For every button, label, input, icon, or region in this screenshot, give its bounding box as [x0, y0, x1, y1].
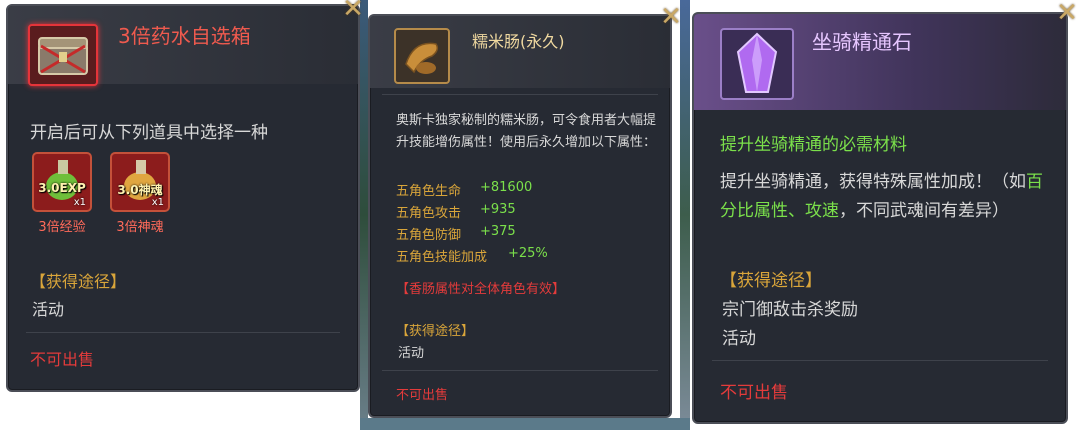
reward-item-exp-potion[interactable]: 3.0EXP x1: [32, 152, 92, 212]
item-tooltip-rice-sausage: 糯米肠(永久) 奥斯卡独家秘制的糯米肠，可令食用者大幅提升技能增伤属性！使用后永…: [368, 14, 672, 418]
description-text: ，不同武魂间有差异）: [839, 201, 1009, 221]
reward-badge: 3.0EXP: [38, 181, 86, 195]
source-item: 宗门御敌击杀奖励: [722, 300, 858, 320]
treasure-chest-icon: [38, 37, 88, 75]
background-scene-bottom: [360, 418, 690, 430]
item-description: 提升坐骑精通，获得特殊属性加成！（如百分比属性、攻速，不同武魂间有差异）: [720, 168, 1056, 226]
stat-label: 五角色攻击: [396, 206, 462, 221]
stat-value: +935: [480, 202, 516, 217]
source-header: 【获得途径】: [30, 272, 127, 291]
item-title: 坐骑精通石: [812, 30, 912, 54]
item-description: 奥斯卡独家秘制的糯米肠，可令食用者大幅提升技能增伤属性！使用后永久增加以下属性：: [396, 113, 657, 150]
source-item: 活动: [32, 300, 65, 319]
stat-value: +81600: [480, 180, 533, 195]
item-title: 3倍药水自选箱: [118, 24, 251, 48]
divider: [382, 94, 658, 95]
item-icon-frame: [394, 28, 450, 84]
stat-label: 五角色技能加成: [396, 250, 488, 265]
source-item: 活动: [398, 346, 425, 361]
close-icon[interactable]: ✕: [340, 0, 366, 22]
source-item: 活动: [722, 329, 756, 349]
divider: [382, 370, 658, 371]
stat-label: 五角色生命: [396, 184, 462, 199]
close-icon[interactable]: ✕: [1054, 0, 1080, 26]
source-header: 【获得途径】: [720, 271, 822, 291]
item-tooltip-potion-box: 3倍药水自选箱 开启后可从下列道具中选择一种 3.0EXP x1 3倍经验 3.…: [6, 4, 360, 392]
background-scene-right: [680, 0, 690, 430]
reward-item-soul-potion[interactable]: 3.0神魂 x1: [110, 152, 170, 212]
stat-value: +375: [480, 224, 516, 239]
item-icon-frame: [28, 24, 98, 86]
reward-name: 3倍神魂: [116, 220, 164, 235]
sell-status: 不可出售: [30, 350, 95, 369]
reward-badge: 3.0神魂: [117, 183, 163, 197]
reward-count: x1: [151, 197, 164, 208]
background-scene-left: [360, 0, 368, 430]
item-tooltip-mount-mastery-stone: 坐骑精通石 提升坐骑精通的必需材料 提升坐骑精通，获得特殊属性加成！（如百分比属…: [692, 12, 1068, 424]
item-title: 糯米肠(永久): [472, 32, 565, 51]
close-icon[interactable]: ✕: [658, 4, 684, 30]
sell-status: 不可出售: [720, 383, 788, 403]
sausage-icon: [405, 42, 439, 74]
source-header: 【获得途径】: [396, 324, 475, 339]
divider: [26, 332, 340, 333]
stat-value: +25%: [508, 246, 548, 261]
item-icon-frame: [720, 28, 794, 100]
description-text: 提升坐骑精通，获得特殊属性加成！（如: [720, 172, 1026, 192]
divider: [712, 360, 1048, 361]
item-description: 开启后可从下列道具中选择一种: [30, 123, 268, 143]
purple-crystal-icon: [736, 32, 778, 93]
stat-label: 五角色防御: [396, 228, 462, 243]
item-subtitle: 提升坐骑精通的必需材料: [720, 135, 907, 155]
sell-status: 不可出售: [396, 388, 449, 403]
reward-count: x1: [73, 197, 86, 208]
reward-name: 3倍经验: [38, 220, 86, 235]
item-note: 【香肠属性对全体角色有效】: [396, 282, 566, 297]
